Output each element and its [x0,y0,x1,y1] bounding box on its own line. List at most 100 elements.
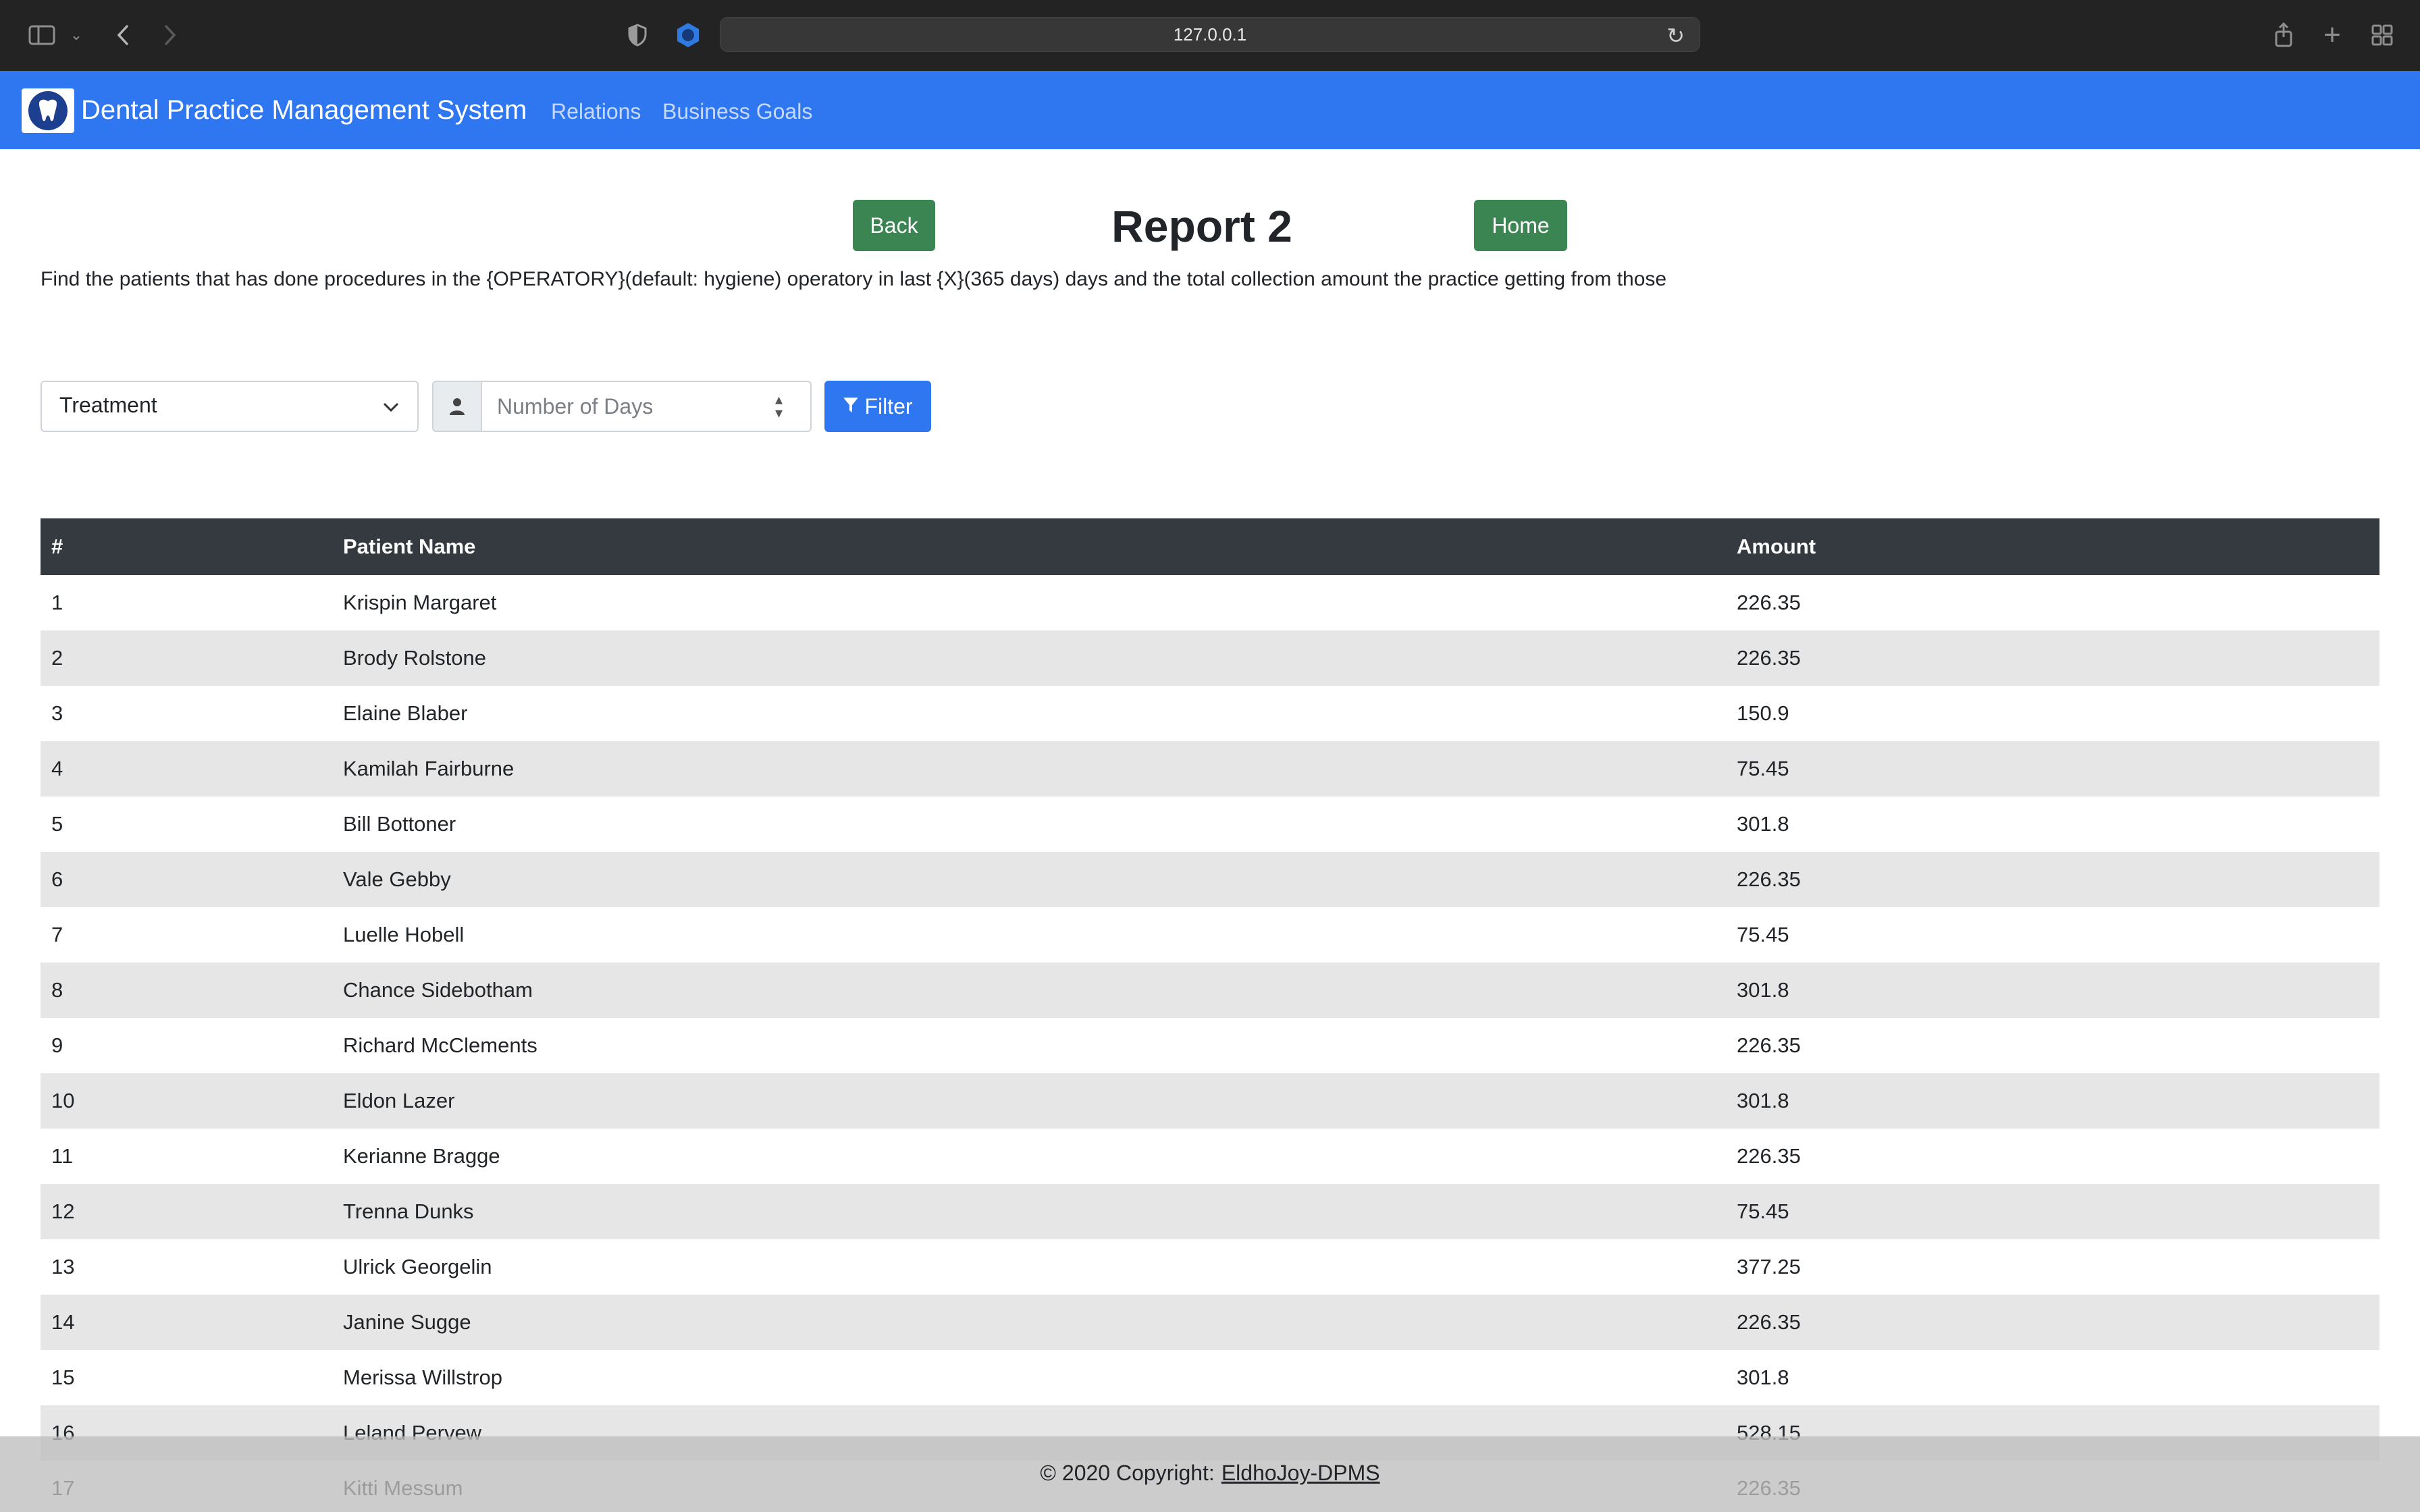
cell-patient-name: Elaine Blaber [343,701,468,725]
page-title: Report 2 [1111,201,1292,251]
footer-copyright-text: © 2020 Copyright: [1040,1461,1215,1485]
cell-patient-name: Trenna Dunks [332,1184,1726,1239]
cell-number: 10 [41,1073,332,1129]
table-row: 4 Kamilah Fairburne 75.45 [41,741,2379,796]
filter-button[interactable]: Filter [824,381,931,432]
user-icon [432,381,482,432]
report-description: Find the patients that has done procedur… [41,268,1667,290]
operatory-select[interactable]: Treatment [41,381,419,432]
operatory-selected-value: Treatment [59,393,157,417]
table-body: 1 Krispin Margaret 226.35 2 Brody Rolstone 22… [41,575,2379,1512]
cell-number: 6 [41,852,332,907]
table-row: 3 Elaine Blaber 150.9 [41,686,2379,741]
table-row: 15 Merissa Willstrop 301.8 [41,1350,2379,1405]
browser-toolbar: ⌄ 127.0.0.1 ↻ + [0,0,2420,71]
cell-amount: 75.45 [1737,923,1789,946]
cell-patient-name: Krispin Margaret [343,591,497,614]
chevron-down-icon[interactable]: ⌄ [65,20,88,50]
cell-number: 15 [51,1366,75,1389]
nav-link-relations[interactable]: Relations [551,97,641,126]
back-arrow-icon[interactable] [109,20,136,50]
cell-amount: 226.35 [1737,1144,1801,1168]
brand-title[interactable]: Dental Practice Management System [81,91,527,129]
table-row: 11 Kerianne Bragge 226.35 [41,1129,2379,1184]
cell-number: 4 [41,741,332,796]
column-header-amount: Amount [1726,518,2379,575]
cell-amount: 75.45 [1726,741,2379,796]
table-row: 12 Trenna Dunks 75.45 [41,1184,2379,1239]
cell-patient-name: Bill Bottoner [343,812,456,836]
forward-arrow-icon[interactable] [157,20,184,50]
cell-amount: 226.35 [1737,591,1801,614]
cell-number: 9 [51,1033,63,1057]
cell-amount: 301.8 [1726,963,2379,1018]
cell-number: 5 [51,812,63,836]
column-header-patient-name: Patient Name [332,518,1726,575]
number-of-days-input[interactable] [481,381,812,432]
cell-patient-name: Eldon Lazer [332,1073,1726,1129]
extension-icon[interactable] [673,20,704,50]
table-row: 1 Krispin Margaret 226.35 [41,575,2379,630]
new-tab-icon[interactable]: + [2319,18,2346,51]
cell-patient-name: Merissa Willstrop [343,1366,502,1389]
table-row: 7 Luelle Hobell 75.45 [41,907,2379,963]
sidebar-toggle-icon[interactable] [26,20,58,50]
cell-amount: 226.35 [1726,1295,2379,1350]
tooth-logo-icon[interactable] [22,88,74,133]
number-stepper-icon[interactable]: ▴ ▾ [775,392,783,421]
cell-amount: 226.35 [1737,1033,1801,1057]
cell-amount: 226.35 [1726,852,2379,907]
cell-number: 13 [51,1255,75,1278]
cell-number: 7 [51,923,63,946]
filter-funnel-icon [843,394,859,419]
cell-patient-name: Janine Sugge [332,1295,1726,1350]
nav-link-business-goals[interactable]: Business Goals [662,97,812,126]
cell-amount: 377.25 [1737,1255,1801,1278]
page-footer: © 2020 Copyright: EldhoJoy-DPMS [0,1436,2420,1512]
cell-amount: 301.8 [1726,1073,2379,1129]
cell-number: 11 [51,1144,74,1168]
table-row: 5 Bill Bottoner 301.8 [41,796,2379,852]
cell-patient-name: Brody Rolstone [332,630,1726,686]
table-row: 2 Brody Rolstone 226.35 [41,630,2379,686]
url-text: 127.0.0.1 [1173,24,1247,45]
footer-link[interactable]: EldhoJoy-DPMS [1221,1461,1380,1486]
patients-table: # Patient Name Amount 1 Krispin Margaret 2… [41,518,2379,1512]
reload-icon[interactable]: ↻ [1666,23,1685,49]
back-button[interactable]: Back [853,200,935,251]
cell-amount: 301.8 [1737,812,1789,836]
tab-overview-icon[interactable] [2369,20,2396,50]
filter-button-label: Filter [864,394,913,418]
cell-patient-name: Chance Sidebotham [332,963,1726,1018]
cell-patient-name: Richard McClements [343,1033,537,1057]
table-row: 8 Chance Sidebotham 301.8 [41,963,2379,1018]
cell-patient-name: Kamilah Fairburne [332,741,1726,796]
cell-number: 2 [41,630,332,686]
cell-number: 14 [41,1295,332,1350]
table-header-row: # Patient Name Amount [41,518,2379,575]
days-input-group: ▴▾ [432,381,812,432]
cell-number: 1 [51,591,63,614]
table-row: 6 Vale Gebby 226.35 [41,852,2379,907]
cell-patient-name: Ulrick Georgelin [343,1255,492,1278]
share-icon[interactable] [2270,20,2297,50]
column-header-number: # [41,518,332,575]
cell-number: 8 [41,963,332,1018]
cell-amount: 226.35 [1726,630,2379,686]
top-navbar: Dental Practice Management System Relati… [0,71,2420,149]
table-row: 10 Eldon Lazer 301.8 [41,1073,2379,1129]
cell-amount: 301.8 [1737,1366,1789,1389]
cell-amount: 150.9 [1737,701,1789,725]
chevron-down-icon [382,396,400,418]
cell-number: 3 [51,701,63,725]
cell-patient-name: Luelle Hobell [343,923,465,946]
privacy-shield-icon[interactable] [624,20,651,50]
cell-number: 12 [41,1184,332,1239]
home-button[interactable]: Home [1474,200,1567,251]
table-row: 13 Ulrick Georgelin 377.25 [41,1239,2379,1295]
cell-amount: 75.45 [1726,1184,2379,1239]
address-bar[interactable]: 127.0.0.1 ↻ [720,17,1700,52]
cell-patient-name: Vale Gebby [332,852,1726,907]
table-row: 9 Richard McClements 226.35 [41,1018,2379,1073]
table-row: 14 Janine Sugge 226.35 [41,1295,2379,1350]
